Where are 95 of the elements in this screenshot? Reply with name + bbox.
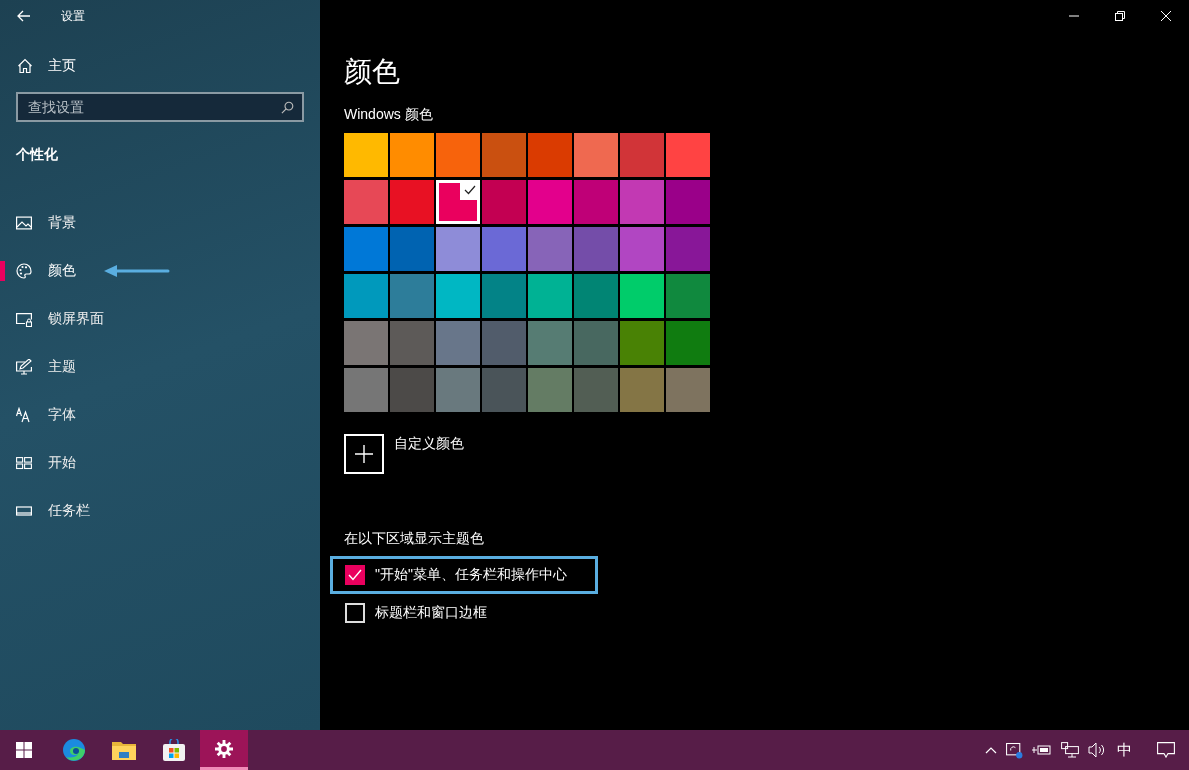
- color-swatch[interactable]: [620, 227, 664, 271]
- battery-icon[interactable]: [1032, 744, 1052, 756]
- color-swatch[interactable]: [574, 274, 618, 318]
- speaker-icon[interactable]: [1088, 742, 1106, 758]
- pen-on-monitor-icon: [16, 359, 32, 375]
- picture-icon: [16, 215, 32, 231]
- search-icon: [281, 101, 294, 114]
- color-swatch[interactable]: [344, 321, 388, 365]
- folder-icon: [112, 740, 136, 760]
- restore-icon[interactable]: [1115, 11, 1125, 21]
- taskbar-icon: [16, 503, 32, 519]
- color-swatch[interactable]: [436, 227, 480, 271]
- color-swatch[interactable]: [436, 133, 480, 177]
- taskbar-button[interactable]: [200, 730, 248, 770]
- color-swatch[interactable]: [344, 227, 388, 271]
- color-swatch[interactable]: [666, 274, 710, 318]
- color-swatch[interactable]: [482, 180, 526, 224]
- color-swatch[interactable]: [528, 227, 572, 271]
- notification-icon[interactable]: [1157, 742, 1175, 758]
- start-tiles-icon: [16, 455, 32, 471]
- color-swatch[interactable]: [574, 368, 618, 412]
- close-icon[interactable]: [1161, 11, 1171, 21]
- color-swatch[interactable]: [666, 180, 710, 224]
- window-title: 设置: [61, 7, 85, 25]
- sidebar-item[interactable]: 颜色: [0, 247, 320, 295]
- color-swatch[interactable]: [528, 368, 572, 412]
- browser-icon: [62, 738, 86, 762]
- plus-icon: [355, 445, 373, 463]
- selection-indicator: [0, 261, 5, 281]
- font-icon: [16, 407, 32, 423]
- color-swatch[interactable]: [574, 180, 618, 224]
- color-swatch[interactable]: [390, 180, 434, 224]
- settings-icon: [215, 739, 233, 758]
- section-label: 在以下区域显示主题色: [344, 530, 484, 548]
- sidebar-item[interactable]: 开始: [0, 439, 320, 487]
- color-swatch[interactable]: [390, 227, 434, 271]
- input-method-indicator[interactable]: 中: [1117, 740, 1132, 760]
- color-swatch[interactable]: [344, 274, 388, 318]
- color-swatch[interactable]: [344, 133, 388, 177]
- home-link[interactable]: 主页: [0, 57, 93, 75]
- sidebar-item[interactable]: 字体: [0, 391, 320, 439]
- color-swatch[interactable]: [390, 274, 434, 318]
- color-swatch[interactable]: [574, 321, 618, 365]
- sidebar-item[interactable]: 背景: [0, 199, 320, 247]
- windows-logo-icon: [16, 742, 32, 758]
- color-swatch[interactable]: [666, 227, 710, 271]
- color-swatch[interactable]: [620, 180, 664, 224]
- color-swatch[interactable]: [436, 274, 480, 318]
- section-label: Windows 颜色: [344, 106, 433, 124]
- color-swatch[interactable]: [666, 133, 710, 177]
- color-swatch[interactable]: [528, 133, 572, 177]
- color-swatch[interactable]: [666, 321, 710, 365]
- color-swatch[interactable]: [436, 180, 480, 224]
- color-swatch[interactable]: [620, 368, 664, 412]
- network-icon[interactable]: [1061, 742, 1079, 758]
- lock-screen-icon: [16, 311, 32, 327]
- sidebar-item[interactable]: 主题: [0, 343, 320, 391]
- sidebar-item[interactable]: 锁屏界面: [0, 295, 320, 343]
- color-swatch[interactable]: [528, 180, 572, 224]
- checkmark-icon: [464, 185, 476, 195]
- chevron-up-icon[interactable]: [985, 746, 997, 754]
- color-swatch[interactable]: [482, 274, 526, 318]
- sidebar-item[interactable]: 任务栏: [0, 487, 320, 535]
- color-swatch[interactable]: [482, 227, 526, 271]
- page-title: 颜色: [344, 55, 400, 89]
- color-swatch[interactable]: [528, 321, 572, 365]
- back-arrow-icon[interactable]: [17, 10, 31, 22]
- checkbox-option[interactable]: 标题栏和窗口边框: [330, 598, 518, 628]
- color-swatch[interactable]: [574, 227, 618, 271]
- color-swatch[interactable]: [620, 274, 664, 318]
- home-icon: [17, 58, 33, 74]
- section-heading: 个性化: [16, 146, 58, 164]
- sync-app-icon[interactable]: [1006, 741, 1023, 759]
- checkbox-option[interactable]: "开始"菜单、任务栏和操作中心: [330, 556, 598, 594]
- add-color-button[interactable]: [344, 434, 384, 474]
- color-swatch[interactable]: [482, 133, 526, 177]
- color-swatch[interactable]: [620, 321, 664, 365]
- color-swatch[interactable]: [344, 368, 388, 412]
- color-swatch[interactable]: [482, 368, 526, 412]
- search-field[interactable]: 查找设置: [16, 92, 304, 122]
- color-swatch[interactable]: [436, 368, 480, 412]
- checkbox[interactable]: [345, 565, 365, 585]
- palette-icon: [16, 263, 32, 279]
- custom-color-label: 自定义颜色: [394, 435, 464, 453]
- color-swatch[interactable]: [666, 368, 710, 412]
- color-swatch[interactable]: [482, 321, 526, 365]
- color-swatch[interactable]: [344, 180, 388, 224]
- color-swatch[interactable]: [390, 321, 434, 365]
- color-swatch[interactable]: [390, 368, 434, 412]
- color-swatch[interactable]: [574, 133, 618, 177]
- color-swatch[interactable]: [528, 274, 572, 318]
- color-swatch[interactable]: [436, 321, 480, 365]
- store-bag-icon: [163, 739, 185, 761]
- color-swatch[interactable]: [620, 133, 664, 177]
- color-swatch[interactable]: [390, 133, 434, 177]
